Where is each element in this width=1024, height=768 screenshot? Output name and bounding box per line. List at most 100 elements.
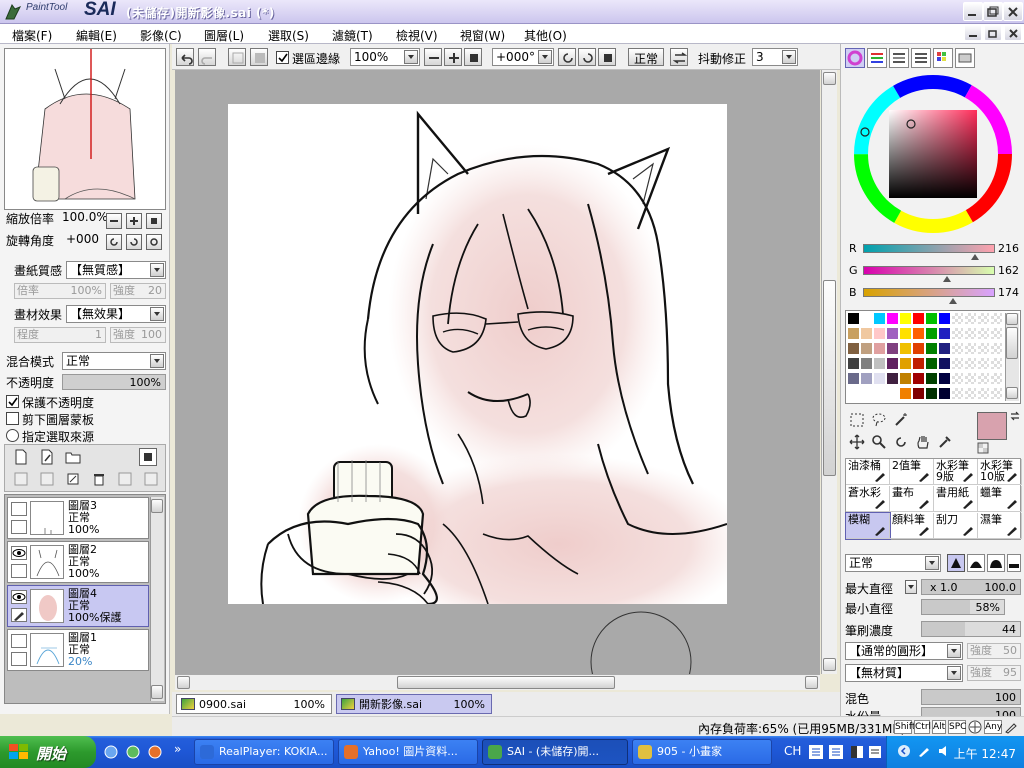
scroll-down-button[interactable] xyxy=(823,658,836,671)
empty-swatch[interactable] xyxy=(965,388,976,399)
color-swatch[interactable] xyxy=(874,373,885,384)
toolbar-zoom-in-button[interactable] xyxy=(444,48,462,66)
min-size-slider[interactable]: 58% xyxy=(921,599,1005,615)
density-slider[interactable]: 44 xyxy=(921,621,1021,637)
layer-lock-toggle[interactable] xyxy=(11,520,27,534)
new-folder-icon[interactable] xyxy=(65,449,81,465)
swatch-scroll-thumb[interactable] xyxy=(1006,327,1018,359)
task-paint[interactable]: 905 - 小畫家 xyxy=(632,739,772,765)
task-sai[interactable]: SAI - (未儲存)開... xyxy=(482,739,628,765)
swatch-scrollbar[interactable] xyxy=(1005,313,1019,401)
color-swatch[interactable] xyxy=(848,373,859,384)
color-swatch[interactable] xyxy=(900,328,911,339)
color-swatch[interactable] xyxy=(926,388,937,399)
minimize-button[interactable] xyxy=(963,2,983,21)
ime-mode-icon[interactable] xyxy=(828,744,844,760)
color-swatch[interactable] xyxy=(900,358,911,369)
rotate-tool-icon[interactable] xyxy=(893,434,909,450)
empty-swatch[interactable] xyxy=(952,313,963,324)
zoom-out-button[interactable] xyxy=(106,213,122,229)
quicklaunch-more-icon[interactable]: » xyxy=(174,742,181,756)
color-swatch[interactable] xyxy=(874,343,885,354)
scroll-right-button[interactable] xyxy=(805,676,818,689)
empty-swatch[interactable] xyxy=(978,313,989,324)
empty-swatch[interactable] xyxy=(991,328,1002,339)
rotate-right-button[interactable] xyxy=(126,234,142,250)
tool-2[interactable]: 水彩筆9版 xyxy=(934,459,978,485)
color-swatch[interactable] xyxy=(887,328,898,339)
volume-icon[interactable] xyxy=(937,744,951,758)
brush-blend-select[interactable]: 正常 xyxy=(845,554,941,572)
color-swatch[interactable] xyxy=(861,358,872,369)
empty-swatch[interactable] xyxy=(952,388,963,399)
navigator-preview[interactable] xyxy=(4,48,166,210)
color-swatch[interactable] xyxy=(939,313,950,324)
empty-swatch[interactable] xyxy=(991,343,1002,354)
tab-new-image[interactable]: 開新影像.sai 100% xyxy=(336,694,492,714)
empty-swatch[interactable] xyxy=(991,388,1002,399)
max-size-toggle[interactable] xyxy=(905,580,917,594)
menu-view[interactable]: 檢視(V) xyxy=(396,27,438,44)
menu-image[interactable]: 影像(C) xyxy=(140,27,182,44)
color-swatch[interactable] xyxy=(861,343,872,354)
color-swatch[interactable] xyxy=(939,373,950,384)
empty-swatch[interactable] xyxy=(978,343,989,354)
vertical-scroll-thumb[interactable] xyxy=(823,280,836,476)
visibility-toggle[interactable] xyxy=(11,502,27,516)
tool-9[interactable]: 顏料筆 xyxy=(890,513,934,539)
color-swatch[interactable] xyxy=(913,343,924,354)
move-icon[interactable] xyxy=(849,434,865,450)
stabilizer-select[interactable]: 3 xyxy=(752,48,798,66)
brush-shape-soft[interactable] xyxy=(1007,554,1021,572)
undo-button[interactable] xyxy=(176,48,194,66)
magic-wand-icon[interactable] xyxy=(893,412,909,428)
layer-scrollbar[interactable] xyxy=(150,497,164,701)
empty-swatch[interactable] xyxy=(965,373,976,384)
color-wheel-tab[interactable] xyxy=(845,48,865,68)
color-swatch[interactable] xyxy=(861,388,872,399)
tool-1[interactable]: 2值筆 xyxy=(890,459,934,485)
empty-swatch[interactable] xyxy=(965,313,976,324)
color-swatch[interactable] xyxy=(913,388,924,399)
scroll-down-button[interactable] xyxy=(151,685,163,699)
scroll-down-button[interactable] xyxy=(1006,387,1018,399)
view-mode-button[interactable]: 正常 xyxy=(628,48,664,66)
empty-swatch[interactable] xyxy=(978,388,989,399)
color-swatch[interactable] xyxy=(900,373,911,384)
tool-6[interactable]: 書用紙 xyxy=(934,486,978,512)
layer-row[interactable]: 圖層3 正常 100% xyxy=(7,497,149,539)
rotate-left-button[interactable] xyxy=(106,234,122,250)
color-swatch[interactable] xyxy=(926,313,937,324)
empty-swatch[interactable] xyxy=(991,358,1002,369)
color-swatch[interactable] xyxy=(848,343,859,354)
rotate-reset-button[interactable] xyxy=(146,234,162,250)
new-pen-layer-icon[interactable] xyxy=(39,449,55,465)
color-swatch[interactable] xyxy=(861,373,872,384)
color-swatch[interactable] xyxy=(887,388,898,399)
doc-minimize-button[interactable] xyxy=(964,24,982,41)
angle-select[interactable]: +000° xyxy=(492,48,554,66)
blue-slider[interactable]: B 174 xyxy=(847,286,1023,306)
empty-swatch[interactable] xyxy=(952,328,963,339)
zoom-reset-button[interactable] xyxy=(146,213,162,229)
brush-shape-select[interactable]: 【通常的圓形】 xyxy=(845,642,963,660)
transfer-down-icon[interactable] xyxy=(13,471,29,487)
swap-colors-icon[interactable] xyxy=(1009,410,1021,422)
layer-row-selected[interactable]: 圖層4 正常 100%保護 xyxy=(7,585,149,627)
close-button[interactable] xyxy=(1003,2,1023,21)
menu-other[interactable]: 其他(O) xyxy=(524,27,567,44)
red-track[interactable] xyxy=(863,244,995,253)
merge-down-icon[interactable] xyxy=(39,471,55,487)
brush-texture-select[interactable]: 【無材質】 xyxy=(845,664,963,682)
green-slider[interactable]: G 162 xyxy=(847,264,1023,284)
empty-swatch[interactable] xyxy=(991,313,1002,324)
vertical-scrollbar[interactable] xyxy=(821,70,837,674)
protect-opacity-checkbox[interactable] xyxy=(6,395,19,408)
color-swatch[interactable] xyxy=(939,343,950,354)
layer-lock-toggle[interactable] xyxy=(11,652,27,666)
redo-button[interactable] xyxy=(198,48,216,66)
selection-edge-checkbox[interactable] xyxy=(276,51,289,64)
clear-layer-icon[interactable] xyxy=(65,471,81,487)
tool-4[interactable]: 蒼水彩 xyxy=(846,486,890,512)
green-track[interactable] xyxy=(863,266,995,275)
